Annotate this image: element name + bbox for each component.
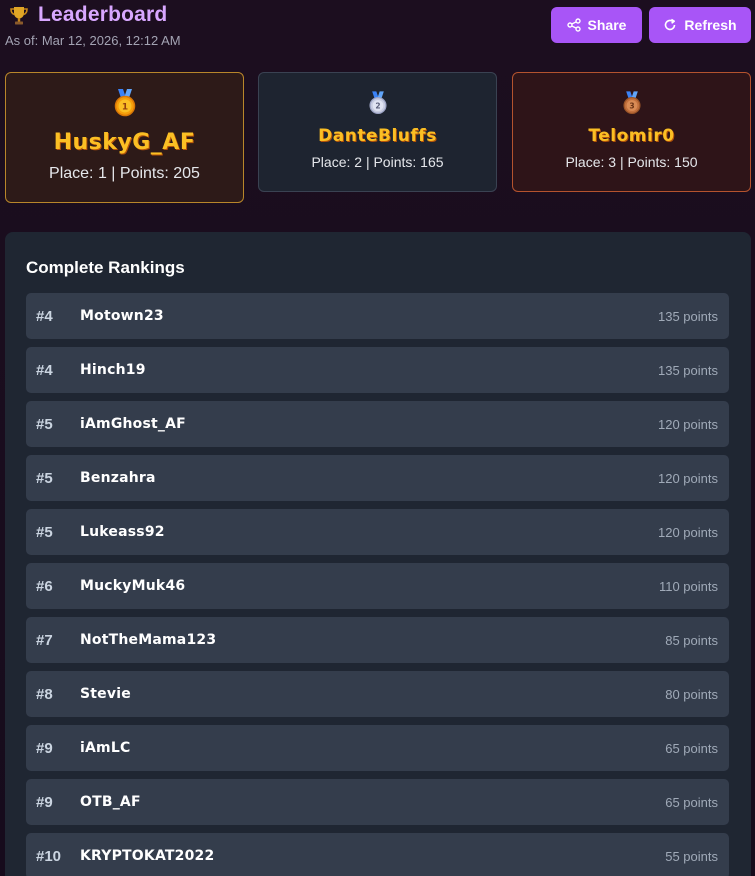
silver-medal-icon: 2 [368,91,388,120]
title-row: Leaderboard [8,3,167,27]
svg-text:1: 1 [121,103,127,113]
rank-row: #5 Lukeass92 120 points [26,509,729,555]
refresh-button[interactable]: Refresh [649,7,751,43]
rank-row: #7 NotTheMama123 85 points [26,617,729,663]
rank-number: #4 [36,308,53,325]
rank-number: #10 [36,848,62,865]
rank-number: #4 [36,362,53,379]
podium-third-place: 3 Telomir0 Place: 3 | Points: 150 [512,72,751,192]
player-name: Stevie [80,686,131,702]
leaderboard-page: Leaderboard As of: Mar 12, 2026, 12:12 A… [0,0,755,876]
player-name: MuckyMuk46 [80,578,186,594]
rank-row: #4 Motown23 135 points [26,293,729,339]
page-title: Leaderboard [38,3,168,26]
rank-number: #8 [36,686,53,703]
rank-row: #9 iAmLC 65 points [26,725,729,771]
rank-row: #8 Stevie 80 points [26,671,729,717]
rank-row: #6 MuckyMuk46 110 points [26,563,729,609]
player-points: 110 points [658,579,718,594]
player-points: 55 points [665,849,718,864]
rankings-title: Complete Rankings [26,258,185,277]
player-name: Motown23 [80,308,164,324]
trophy-icon [8,4,30,26]
player-points: 65 points [665,795,718,810]
svg-text:3: 3 [629,101,634,110]
share-icon [566,18,581,32]
player-points: 120 points [658,471,718,486]
player-points: 120 points [658,525,718,540]
rank-number: #5 [36,524,53,541]
player-points: 135 points [658,363,718,378]
refresh-label: Refresh [684,17,737,33]
player-name: Lukeass92 [80,524,165,540]
rank-number: #6 [36,578,53,595]
podium-second-place: 2 DanteBluffs Place: 2 | Points: 165 [258,72,497,192]
podium-second-name: DanteBluffs [318,126,437,146]
player-points: 65 points [665,741,718,756]
complete-rankings-panel: Complete Rankings #4 Motown23 135 points… [5,232,751,876]
share-label: Share [587,17,627,33]
svg-text:2: 2 [375,101,380,110]
header: Leaderboard As of: Mar 12, 2026, 12:12 A… [0,0,755,56]
podium-second-stats: Place: 2 | Points: 165 [311,154,444,170]
gold-medal-icon: 1 [113,89,137,122]
player-name: iAmGhost_AF [80,416,186,432]
player-points: 135 points [658,309,718,324]
podium-first-name: HuskyG_AF [53,130,196,155]
rank-list[interactable]: #4 Motown23 135 points #4 Hinch19 135 po… [26,293,729,876]
bronze-medal-icon: 3 [622,91,642,120]
rank-row: #5 Benzahra 120 points [26,455,729,501]
player-name: iAmLC [80,740,131,756]
player-name: Hinch19 [80,362,146,378]
podium-third-name: Telomir0 [588,126,675,146]
rank-number: #5 [36,470,53,487]
rank-row: #4 Hinch19 135 points [26,347,729,393]
player-name: KRYPTOKAT2022 [80,848,215,864]
rank-number: #7 [36,632,53,649]
as-of-timestamp: As of: Mar 12, 2026, 12:12 AM [5,33,181,48]
player-name: Benzahra [80,470,156,486]
rank-number: #5 [36,416,53,433]
podium-third-stats: Place: 3 | Points: 150 [565,154,698,170]
player-points: 80 points [665,687,718,702]
podium-first-place: 1 HuskyG_AF Place: 1 | Points: 205 [5,72,244,203]
refresh-icon [663,18,677,32]
rank-row: #5 iAmGhost_AF 120 points [26,401,729,447]
rank-row: #9 OTB_AF 65 points [26,779,729,825]
player-points: 120 points [658,417,718,432]
rank-number: #9 [36,794,53,811]
player-name: NotTheMama123 [80,632,217,648]
rank-row: #10 KRYPTOKAT2022 55 points [26,833,729,876]
player-name: OTB_AF [80,794,141,810]
podium-first-stats: Place: 1 | Points: 205 [49,165,200,182]
share-button[interactable]: Share [551,7,642,43]
rank-number: #9 [36,740,53,757]
player-points: 85 points [665,633,718,648]
